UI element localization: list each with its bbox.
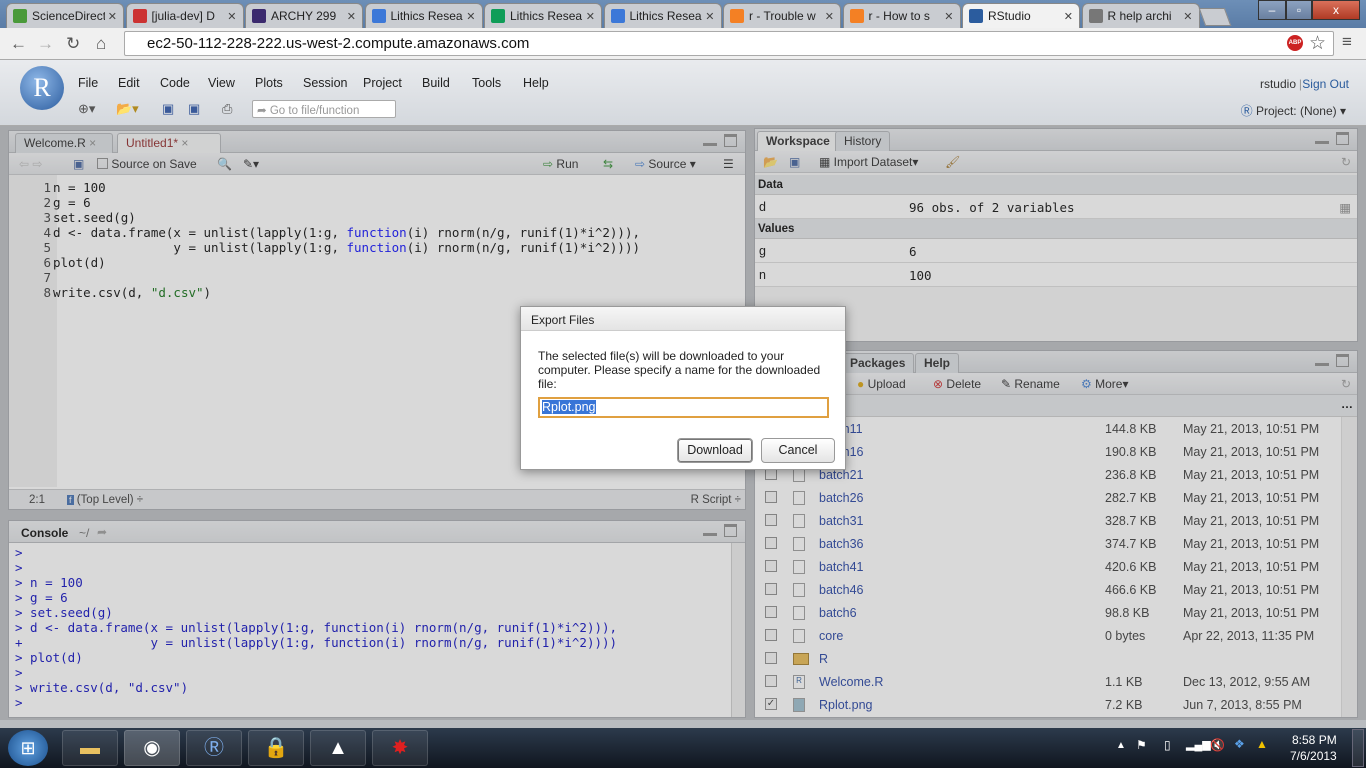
menu-file[interactable]: File — [78, 76, 98, 90]
dropbox-icon[interactable]: ❖ — [1234, 737, 1245, 751]
close-window-button[interactable]: x — [1312, 0, 1360, 20]
stackoverflow-icon — [849, 9, 864, 23]
menu-plots[interactable]: Plots — [255, 76, 283, 90]
google-sheets-icon — [491, 9, 505, 23]
home-icon[interactable]: ⌂ — [96, 34, 106, 54]
battery-icon[interactable]: ▯ — [1164, 738, 1171, 752]
project-icon: Ⓡ — [1240, 104, 1256, 118]
chrome-menu-icon[interactable]: ≡ — [1342, 32, 1352, 52]
reload-icon[interactable]: ↻ — [66, 34, 80, 54]
sign-out-link[interactable]: Sign Out — [1302, 77, 1349, 91]
menu-code[interactable]: Code — [160, 76, 190, 90]
browser-tab[interactable]: [julia-dev] D ✕ — [125, 3, 244, 28]
browser-tab[interactable]: ARCHY 299 ✕ — [245, 3, 363, 28]
address-bar[interactable]: ec2-50-112-228-222.us-west-2.compute.ama… — [124, 31, 1334, 56]
browser-tab[interactable]: ScienceDirect ✕ — [6, 3, 124, 28]
project-menu[interactable]: Ⓡ Project: (None) ▾ — [1241, 102, 1346, 119]
close-tab-icon[interactable]: ✕ — [705, 10, 714, 23]
dialog-title: Export Files — [521, 307, 845, 331]
browser-tab[interactable]: Lithics Resea ✕ — [364, 3, 483, 28]
browser-tab[interactable]: Lithics Resea ✕ — [603, 3, 722, 28]
open-file-icon[interactable]: 📂▾ — [116, 101, 139, 119]
menu-edit[interactable]: Edit — [118, 76, 140, 90]
clock-date[interactable]: 7/6/2013 — [1290, 749, 1337, 763]
close-tab-icon[interactable]: ✕ — [825, 10, 834, 23]
inkscape-taskbar-icon[interactable]: ▲ — [310, 730, 366, 766]
show-hidden-icons[interactable]: ▲ — [1116, 740, 1126, 751]
start-button[interactable]: ⊞ — [8, 730, 48, 766]
browser-tab[interactable]: r - How to s ✕ — [842, 3, 961, 28]
save-all-icon[interactable]: ▣ — [188, 101, 200, 119]
close-tab-icon[interactable]: ✕ — [466, 10, 475, 23]
rstudio-icon — [969, 9, 983, 23]
forward-icon[interactable]: → — [37, 34, 54, 54]
browser-toolbar: ← → ↻ ⌂ ec2-50-112-228-222.us-west-2.com… — [0, 28, 1366, 60]
download-button[interactable]: Download — [677, 438, 753, 463]
browser-tab[interactable]: Lithics Resea ✕ — [484, 3, 602, 28]
google-docs-icon — [371, 9, 386, 23]
rstudio-taskbar-icon[interactable]: Ⓡ — [186, 730, 242, 766]
filename-input[interactable]: Rplot.png — [538, 397, 829, 418]
chrome-taskbar-icon[interactable]: ◉ — [124, 730, 180, 766]
paint-splat-taskbar-icon[interactable]: ✸ — [372, 730, 428, 766]
browser-tab[interactable]: r - Trouble w ✕ — [723, 3, 841, 28]
menu-view[interactable]: View — [208, 76, 235, 90]
volume-muted-icon[interactable]: 🔇 — [1210, 738, 1225, 752]
clock-time[interactable]: 8:58 PM — [1292, 733, 1337, 747]
close-tab-icon[interactable]: ✕ — [108, 10, 117, 23]
network-signal-icon[interactable]: ▂▄▆ — [1186, 738, 1211, 751]
maximize-window-button[interactable]: ▫ — [1286, 0, 1312, 20]
google-docs-icon — [610, 9, 625, 23]
r-help-icon — [1088, 9, 1103, 23]
security-taskbar-icon[interactable]: 🔒 — [248, 730, 304, 766]
new-file-icon[interactable]: ⊕▾ — [78, 101, 95, 119]
explorer-taskbar-icon[interactable]: ▬ — [62, 730, 118, 766]
go-to-file-input[interactable]: ➦ Go to file/function — [252, 100, 396, 118]
save-icon[interactable]: ▣ — [162, 101, 174, 119]
close-tab-icon[interactable]: ✕ — [586, 10, 595, 23]
menu-project[interactable]: Project — [363, 76, 402, 90]
menu-session[interactable]: Session — [303, 76, 347, 90]
rstudio-header: R File Edit Code View Plots Session Project Bui… — [0, 60, 1366, 126]
r-logo: R — [20, 66, 64, 110]
cancel-button[interactable]: Cancel — [761, 438, 835, 463]
username: rstudio — [1259, 77, 1296, 91]
show-desktop-button[interactable] — [1352, 729, 1364, 767]
minimize-window-button[interactable]: – — [1258, 0, 1286, 20]
adblock-icon[interactable]: ABP — [1287, 35, 1303, 51]
windows-taskbar: ⊞ ▬ ◉ Ⓡ 🔒 ▲ ✸ ▲ ⚑ ▯ ▂▄▆ 🔇 ❖ ▲ 8:58 PM 7/… — [0, 728, 1366, 768]
gmail-icon — [132, 9, 147, 23]
bookmark-star-icon[interactable]: ☆ — [1309, 32, 1326, 55]
close-tab-icon[interactable]: ✕ — [944, 10, 953, 23]
close-tab-icon[interactable]: ✕ — [1183, 10, 1192, 23]
menu-tools[interactable]: Tools — [472, 76, 501, 90]
menu-build[interactable]: Build — [422, 76, 450, 90]
browser-tab[interactable]: RStudio ✕ — [962, 3, 1080, 28]
close-tab-icon[interactable]: ✕ — [1064, 10, 1073, 23]
back-icon[interactable]: ← — [10, 34, 27, 54]
action-center-flag-icon[interactable]: ⚑ — [1136, 738, 1147, 752]
uw-icon — [252, 9, 266, 23]
close-tab-icon[interactable]: ✕ — [227, 10, 236, 23]
print-icon[interactable]: ⎙ — [222, 101, 232, 119]
browser-tab[interactable]: R help archi ✕ — [1081, 3, 1200, 28]
sciencedirect-icon — [13, 9, 27, 23]
close-tab-icon[interactable]: ✕ — [347, 10, 356, 23]
menu-help[interactable]: Help — [523, 76, 549, 90]
google-drive-icon[interactable]: ▲ — [1256, 737, 1268, 751]
dialog-message: The selected file(s) will be downloaded … — [538, 349, 821, 391]
export-files-dialog: Export Files The selected file(s) will b… — [520, 306, 846, 470]
stackoverflow-icon — [730, 9, 744, 23]
